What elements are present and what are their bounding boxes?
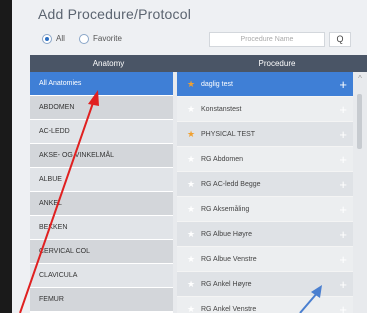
all-radio[interactable] — [42, 34, 52, 44]
star-icon[interactable]: ★ — [187, 172, 195, 197]
procedure-scroll-thumb[interactable] — [357, 94, 362, 149]
procedure-panel: Procedure ★ daglig test + ★ Konstanstest + ★ PH… — [177, 55, 367, 313]
procedure-item-label: Konstanstest — [201, 106, 242, 113]
procedure-item[interactable]: ★ RG Abdomen + — [177, 147, 367, 172]
star-icon[interactable]: ★ — [187, 72, 195, 97]
procedure-item-label: RG Albue Høyre — [201, 231, 252, 238]
procedure-item[interactable]: ★ Konstanstest + — [177, 97, 367, 122]
anatomy-item[interactable]: AKSE- OG VINKELMÅL — [30, 144, 187, 168]
procedure-item[interactable]: ★ RG Albue Venstre + — [177, 247, 367, 272]
anatomy-item[interactable]: CLAVICULA — [30, 264, 187, 288]
procedure-item-label: RG Abdomen — [201, 156, 244, 163]
procedure-search-input[interactable]: Procedure Name — [209, 32, 325, 47]
add-plus-icon[interactable]: + — [339, 222, 347, 247]
favorite-radio[interactable] — [79, 34, 89, 44]
add-plus-icon[interactable]: + — [339, 297, 347, 313]
page-title: Add Procedure/Protocol — [38, 6, 192, 22]
procedure-scrollbar[interactable]: ^ — [353, 72, 367, 313]
procedure-list: ★ daglig test + ★ Konstanstest + ★ PHYSICAL TES… — [177, 72, 367, 313]
procedure-item-label: daglig test — [201, 81, 233, 88]
anatomy-panel: Anatomy All Anatomies ABDOMEN AC-LEDD AKSE-… — [30, 55, 187, 313]
procedure-item-label: RG Ankel Venstre — [201, 306, 257, 313]
procedure-item[interactable]: ★ daglig test + — [177, 72, 367, 97]
star-icon[interactable]: ★ — [187, 222, 195, 247]
procedure-item-label: RG Aksemåling — [201, 206, 250, 213]
anatomy-item[interactable]: ALBUE — [30, 168, 187, 192]
anatomy-item[interactable]: CERVICAL COL — [30, 240, 187, 264]
anatomy-header: Anatomy — [30, 55, 187, 72]
procedure-item[interactable]: ★ RG Ankel Venstre + — [177, 297, 367, 313]
procedure-header: Procedure — [177, 55, 367, 72]
anatomy-item[interactable]: ABDOMEN — [30, 96, 187, 120]
chevron-up-icon[interactable]: ^ — [353, 72, 367, 86]
procedure-item[interactable]: ★ RG Albue Høyre + — [177, 222, 367, 247]
procedure-item-label: RG Ankel Høyre — [201, 281, 252, 288]
anatomy-item[interactable]: All Anatomies — [30, 72, 187, 96]
all-radio-label[interactable]: All — [56, 34, 65, 43]
anatomy-item[interactable]: ANKEL — [30, 192, 187, 216]
search-icon: Q — [336, 34, 344, 44]
procedure-item-label: RG AC-ledd Begge — [201, 181, 261, 188]
star-icon[interactable]: ★ — [187, 97, 195, 122]
favorite-radio-label[interactable]: Favorite — [93, 34, 122, 43]
anatomy-item[interactable]: AC-LEDD — [30, 120, 187, 144]
procedure-item[interactable]: ★ RG Ankel Høyre + — [177, 272, 367, 297]
search-button[interactable]: Q — [329, 32, 351, 47]
procedure-item-label: PHYSICAL TEST — [201, 131, 256, 138]
star-icon[interactable]: ★ — [187, 147, 195, 172]
anatomy-item[interactable]: FEMUR — [30, 288, 187, 312]
add-plus-icon[interactable]: + — [339, 97, 347, 122]
add-plus-icon[interactable]: + — [339, 72, 347, 97]
filter-row: All Favorite Procedure Name Q — [42, 32, 367, 50]
add-plus-icon[interactable]: + — [339, 272, 347, 297]
star-icon[interactable]: ★ — [187, 297, 195, 313]
add-plus-icon[interactable]: + — [339, 122, 347, 147]
add-plus-icon[interactable]: + — [339, 197, 347, 222]
add-plus-icon[interactable]: + — [339, 172, 347, 197]
star-icon[interactable]: ★ — [187, 122, 195, 147]
procedure-item[interactable]: ★ RG AC-ledd Begge + — [177, 172, 367, 197]
screen: Add Procedure/Protocol All Favorite Proc… — [12, 0, 367, 313]
add-plus-icon[interactable]: + — [339, 147, 347, 172]
anatomy-item[interactable]: BEKKEN — [30, 216, 187, 240]
star-icon[interactable]: ★ — [187, 247, 195, 272]
add-plus-icon[interactable]: + — [339, 247, 347, 272]
star-icon[interactable]: ★ — [187, 272, 195, 297]
star-icon[interactable]: ★ — [187, 197, 195, 222]
procedure-item[interactable]: ★ RG Aksemåling + — [177, 197, 367, 222]
procedure-item-label: RG Albue Venstre — [201, 256, 257, 263]
anatomy-list: All Anatomies ABDOMEN AC-LEDD AKSE- OG VINK… — [30, 72, 187, 313]
procedure-item[interactable]: ★ PHYSICAL TEST + — [177, 122, 367, 147]
